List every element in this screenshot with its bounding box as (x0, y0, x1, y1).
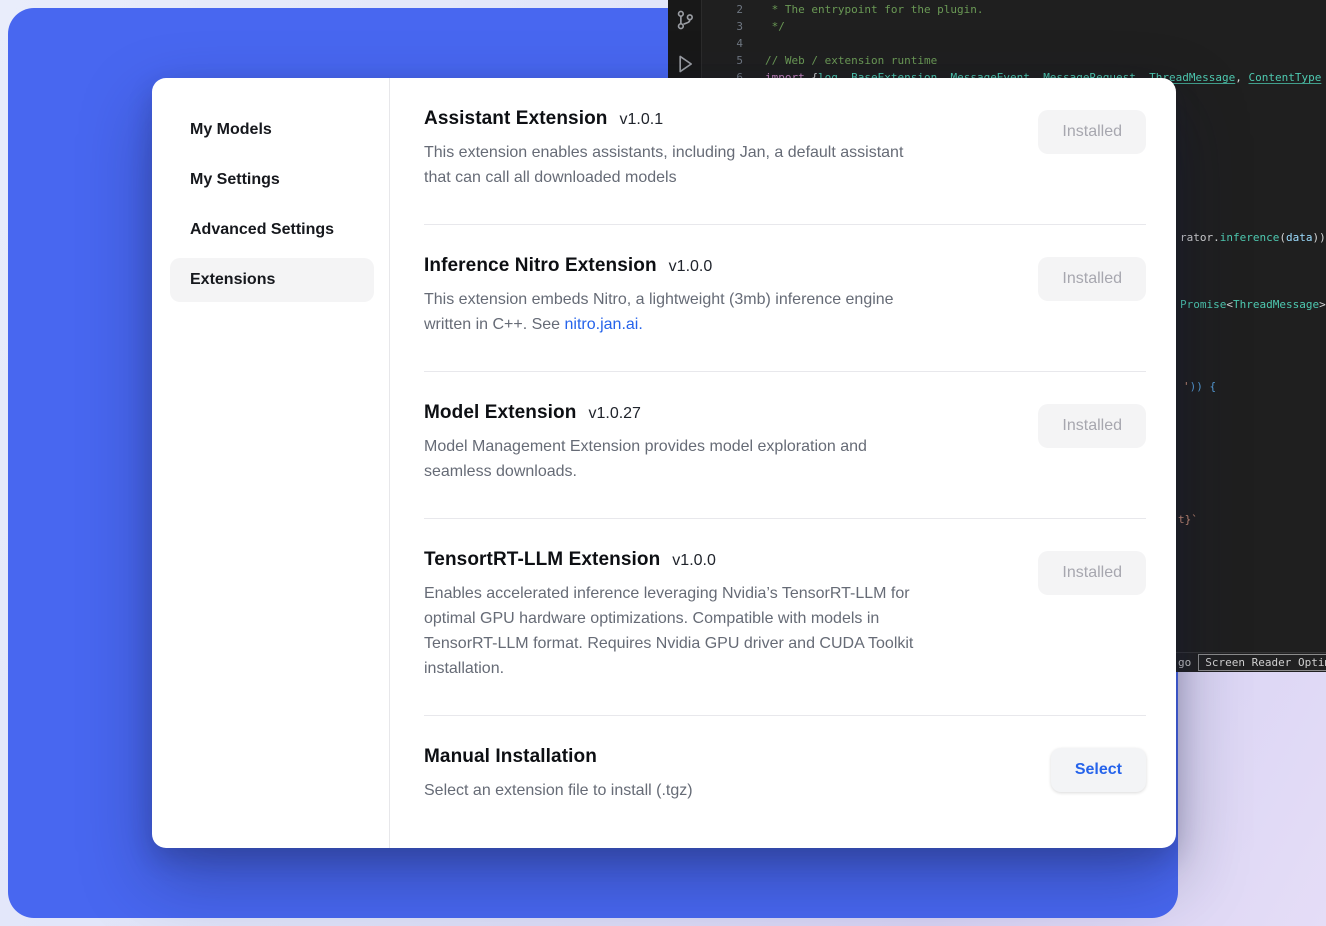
code-token: ' (1183, 380, 1190, 393)
code-line: 5 // Web / extension runtime (703, 52, 1326, 69)
code-token: t} (1178, 513, 1191, 526)
tensorrt-installed-button[interactable]: Installed (1038, 551, 1146, 595)
code-fragment-template: t}` (1178, 511, 1198, 528)
extension-info: Manual Installation Select an extension … (424, 746, 693, 803)
extension-title: Model Extension (424, 402, 576, 424)
code-token: rator. (1180, 231, 1220, 244)
code-token: Promise (1180, 298, 1226, 311)
sidebar-item-my-settings[interactable]: My Settings (170, 158, 374, 202)
extension-description: This extension enables assistants, inclu… (424, 140, 903, 190)
code-token: ( (1279, 231, 1286, 244)
nitro-jan-ai-link[interactable]: nitro.jan.ai. (565, 316, 643, 333)
extension-version: v1.0.1 (620, 111, 664, 129)
code-token: < (1226, 298, 1233, 311)
extension-title-row: Model Extension v1.0.27 (424, 402, 867, 424)
extension-info: TensortRT-LLM Extension v1.0.0 Enables a… (424, 549, 913, 681)
extension-info: Inference Nitro Extension v1.0.0 This ex… (424, 255, 894, 337)
code-text: // Web / extension runtime (743, 52, 937, 69)
code-token: )); (1312, 231, 1326, 244)
code-text: * The entrypoint for the plugin. (743, 1, 984, 18)
screen-reader-optimized-badge[interactable]: Screen Reader Optimized (1198, 654, 1326, 671)
extension-row-model: Model Extension v1.0.27 Model Management… (424, 372, 1146, 519)
extension-description: Enables accelerated inference leveraging… (424, 581, 913, 681)
run-debug-icon[interactable] (673, 52, 697, 76)
code-line: 4 (703, 35, 1326, 52)
extension-row-tensorrt-llm: TensortRT-LLM Extension v1.0.0 Enables a… (424, 519, 1146, 716)
model-installed-button[interactable]: Installed (1038, 404, 1146, 448)
code-line: 3 */ (703, 18, 1326, 35)
line-number: 2 (703, 1, 743, 18)
page-background: 2 * The entrypoint for the plugin. 3 */ … (0, 0, 1326, 926)
extension-description: Model Management Extension provides mode… (424, 434, 867, 484)
code-fragment-brace: ')) { (1183, 378, 1216, 395)
extension-title-row: Assistant Extension v1.0.1 (424, 108, 903, 130)
assistant-installed-button[interactable]: Installed (1038, 110, 1146, 154)
extension-title: Assistant Extension (424, 108, 608, 130)
nitro-installed-button[interactable]: Installed (1038, 257, 1146, 301)
settings-modal: My Models My Settings Advanced Settings … (152, 78, 1176, 848)
manual-installation-title: Manual Installation (424, 746, 597, 768)
extension-title: Inference Nitro Extension (424, 255, 657, 277)
extension-title-row: Inference Nitro Extension v1.0.0 (424, 255, 894, 277)
extension-title-row: Manual Installation (424, 746, 693, 768)
sidebar-item-advanced-settings[interactable]: Advanced Settings (170, 208, 374, 252)
code-line: 2 * The entrypoint for the plugin. (703, 1, 1326, 18)
code-text: */ (743, 18, 785, 35)
source-control-icon[interactable] (673, 8, 697, 32)
code-fragment-promise: Promise<ThreadMessage> (1180, 296, 1326, 313)
manual-installation-description: Select an extension file to install (.tg… (424, 778, 693, 803)
extension-title-row: TensortRT-LLM Extension v1.0.0 (424, 549, 913, 571)
sidebar-item-extensions[interactable]: Extensions (170, 258, 374, 302)
code-token: data (1286, 231, 1313, 244)
settings-sidebar: My Models My Settings Advanced Settings … (152, 78, 390, 848)
status-bar-text: go (1178, 654, 1191, 671)
code-token: , (1235, 71, 1248, 84)
extension-title: TensortRT-LLM Extension (424, 549, 660, 571)
sidebar-item-my-models[interactable]: My Models (170, 108, 374, 152)
extensions-panel: Assistant Extension v1.0.1 This extensio… (390, 78, 1176, 848)
extension-version: v1.0.0 (669, 258, 713, 276)
line-number: 3 (703, 18, 743, 35)
line-number: 5 (703, 52, 743, 69)
extension-version: v1.0.27 (588, 405, 640, 423)
code-token: ` (1191, 513, 1198, 526)
code-token: inference (1220, 231, 1280, 244)
description-text: This extension embeds Nitro, a lightweig… (424, 291, 894, 333)
manual-install-select-button[interactable]: Select (1051, 748, 1146, 792)
line-number: 4 (703, 35, 743, 52)
code-fragment-inference: rator.inference(data)); (1180, 229, 1326, 246)
code-token: ThreadMessage (1233, 298, 1319, 311)
extension-description: This extension embeds Nitro, a lightweig… (424, 287, 894, 337)
code-token: > (1319, 298, 1326, 311)
extension-version: v1.0.0 (672, 552, 716, 570)
code-text (743, 35, 765, 52)
editor-status-bar: go Screen Reader Optimized (1150, 652, 1326, 672)
extension-row-assistant: Assistant Extension v1.0.1 This extensio… (424, 78, 1146, 225)
extension-row-inference-nitro: Inference Nitro Extension v1.0.0 This ex… (424, 225, 1146, 372)
code-token: ContentType (1249, 71, 1322, 84)
code-area: 2 * The entrypoint for the plugin. 3 */ … (703, 1, 1326, 86)
extension-info: Model Extension v1.0.27 Model Management… (424, 402, 867, 484)
manual-installation-row: Manual Installation Select an extension … (424, 716, 1146, 823)
code-token: )) { (1190, 380, 1217, 393)
extension-info: Assistant Extension v1.0.1 This extensio… (424, 108, 903, 190)
